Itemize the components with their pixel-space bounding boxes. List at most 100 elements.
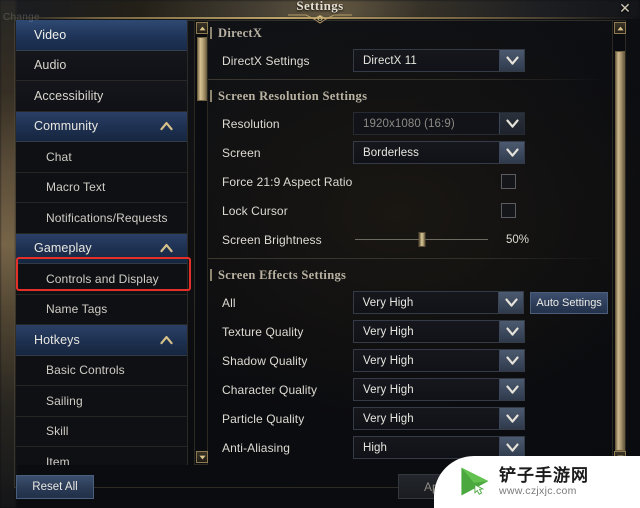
scroll-up-arrow-icon[interactable]: [196, 22, 208, 34]
setting-row: DirectX Settings DirectX 11: [208, 46, 608, 75]
sidebar-nav-list: Video Audio Accessibility Community Chat Macr…: [16, 20, 188, 465]
sidebar-item-label: Hotkeys: [34, 332, 80, 347]
content-scroll-up-arrow-icon[interactable]: [614, 22, 626, 34]
checkbox-force-21-9-aspect-ratio[interactable]: [501, 174, 516, 189]
section-header: Screen Effects Settings: [208, 262, 608, 288]
sidebar-item-community[interactable]: Community: [16, 111, 187, 142]
chevron-down-icon[interactable]: [499, 113, 524, 134]
watermark: 铲子手游网 www.czjxjc.com: [434, 456, 640, 508]
chevron-down-icon[interactable]: [499, 379, 524, 400]
sidebar-item-item[interactable]: Item: [16, 447, 187, 465]
chevron-down-icon[interactable]: [499, 142, 524, 163]
sidebar-item-skill[interactable]: Skill: [16, 416, 187, 447]
sidebar-item-label: Gameplay: [34, 241, 92, 256]
setting-row: Particle Quality Very High: [208, 404, 608, 433]
setting-label: Screen: [222, 145, 261, 160]
content-scroll-thumb[interactable]: [615, 51, 625, 451]
setting-label: All: [222, 295, 236, 310]
chevron-down-icon[interactable]: [498, 292, 524, 313]
sidebar-item-label: Macro Text: [46, 180, 106, 195]
sidebar-item-sailing[interactable]: Sailing: [16, 386, 187, 417]
setting-row: Resolution 1920x1080 (16:9): [208, 109, 608, 138]
dropdown-character-quality[interactable]: Very High: [353, 378, 525, 401]
setting-label: Anti-Aliasing: [222, 440, 290, 455]
dropdown-screen[interactable]: Borderless: [353, 141, 525, 164]
sidebar-item-basic-controls[interactable]: Basic Controls: [16, 355, 187, 386]
slider-value: 50%: [506, 233, 530, 246]
setting-row: Force 21:9 Aspect Ratio: [208, 167, 608, 196]
setting-label: Shadow Quality: [222, 353, 308, 368]
sidebar-item-label: Audio: [34, 58, 67, 73]
dropdown-value: Borderless: [363, 146, 419, 159]
watermark-text: 铲子手游网 www.czjxjc.com: [499, 466, 589, 498]
auto-settings-button[interactable]: Auto Settings: [530, 291, 608, 314]
sidebar-item-chat[interactable]: Chat: [16, 142, 187, 173]
close-icon[interactable]: ✕: [617, 0, 633, 16]
sidebar-item-label: Name Tags: [46, 302, 108, 317]
setting-row: Lock Cursor: [208, 196, 608, 225]
sidebar-item-label: Sailing: [46, 393, 83, 408]
setting-label: Force 21:9 Aspect Ratio: [222, 174, 353, 189]
setting-label: Resolution: [222, 116, 280, 131]
dropdown-resolution: 1920x1080 (16:9): [353, 112, 525, 135]
dropdown-value: Very High: [363, 412, 414, 425]
setting-row: All Very High Auto Settings: [208, 288, 608, 317]
section-header: DirectX: [208, 20, 608, 46]
ghost-breadcrumb: Change: [3, 12, 40, 23]
slider-thumb[interactable]: [418, 232, 425, 247]
sidebar-item-notifications-requests[interactable]: Notifications/Requests: [16, 203, 187, 234]
sidebar-item-label: Chat: [46, 149, 72, 164]
sidebar-item-label: Item: [46, 454, 70, 465]
setting-label: DirectX Settings: [222, 53, 310, 68]
dropdown-value: DirectX 11: [363, 54, 417, 67]
chevron-down-icon[interactable]: [499, 408, 524, 429]
chevron-up-icon: [160, 335, 173, 344]
chevron-down-icon[interactable]: [499, 50, 524, 71]
dropdown-all[interactable]: Very High: [352, 291, 525, 314]
chevron-down-icon[interactable]: [499, 321, 524, 342]
sidebar-scroll-thumb[interactable]: [197, 37, 207, 101]
scroll-down-arrow-icon[interactable]: [196, 451, 208, 463]
section-divider: [208, 258, 608, 259]
sidebar-item-label: Controls and Display: [46, 271, 159, 286]
setting-label: Texture Quality: [222, 324, 304, 339]
sidebar-item-macro-text[interactable]: Macro Text: [16, 172, 187, 203]
settings-content: DirectX DirectX Settings DirectX 11 Screen …: [208, 20, 608, 465]
sidebar-item-label: Video: [34, 27, 67, 42]
setting-label: Character Quality: [222, 382, 318, 397]
checkbox-lock-cursor[interactable]: [501, 203, 516, 218]
sidebar-item-controls-and-display[interactable]: Controls and Display: [16, 264, 187, 295]
dropdown-directx-settings[interactable]: DirectX 11: [353, 49, 525, 72]
sidebar: Video Audio Accessibility Community Chat Macr…: [16, 20, 208, 465]
section-divider: [208, 79, 608, 80]
page-title: Settings: [296, 0, 344, 13]
dropdown-value: High: [363, 441, 388, 454]
dropdown-value: Very High: [362, 296, 414, 309]
setting-row: Screen Brightness 50%: [208, 225, 608, 254]
setting-row: Shadow Quality Very High: [208, 346, 608, 375]
chevron-down-icon[interactable]: [499, 350, 524, 371]
reset-all-button[interactable]: Reset All: [16, 475, 94, 499]
settings-window: Settings ✕ Change Video Audio Accessibilit…: [0, 0, 640, 508]
dropdown-texture-quality[interactable]: Very High: [353, 320, 525, 343]
sidebar-item-audio[interactable]: Audio: [16, 50, 187, 81]
slider-track[interactable]: [355, 232, 488, 247]
sidebar-scrollbar[interactable]: [194, 20, 208, 465]
sidebar-item-accessibility[interactable]: Accessibility: [16, 81, 187, 112]
chevron-down-icon[interactable]: [499, 437, 524, 458]
sidebar-item-name-tags[interactable]: Name Tags: [16, 294, 187, 325]
brightness-slider[interactable]: 50%: [353, 232, 583, 247]
sidebar-item-label: Skill: [46, 424, 69, 439]
sidebar-item-label: Basic Controls: [46, 363, 125, 378]
dropdown-value: Very High: [363, 354, 414, 367]
dropdown-shadow-quality[interactable]: Very High: [353, 349, 525, 372]
setting-label: Particle Quality: [222, 411, 305, 426]
dropdown-particle-quality[interactable]: Very High: [353, 407, 525, 430]
sidebar-item-gameplay[interactable]: Gameplay: [16, 233, 187, 264]
setting-row: Character Quality Very High: [208, 375, 608, 404]
play-logo-icon: [461, 467, 489, 496]
sidebar-item-hotkeys[interactable]: Hotkeys: [16, 325, 187, 356]
content-scrollbar[interactable]: [612, 20, 626, 465]
setting-row: Screen Borderless: [208, 138, 608, 167]
sidebar-item-video[interactable]: Video: [16, 20, 187, 51]
